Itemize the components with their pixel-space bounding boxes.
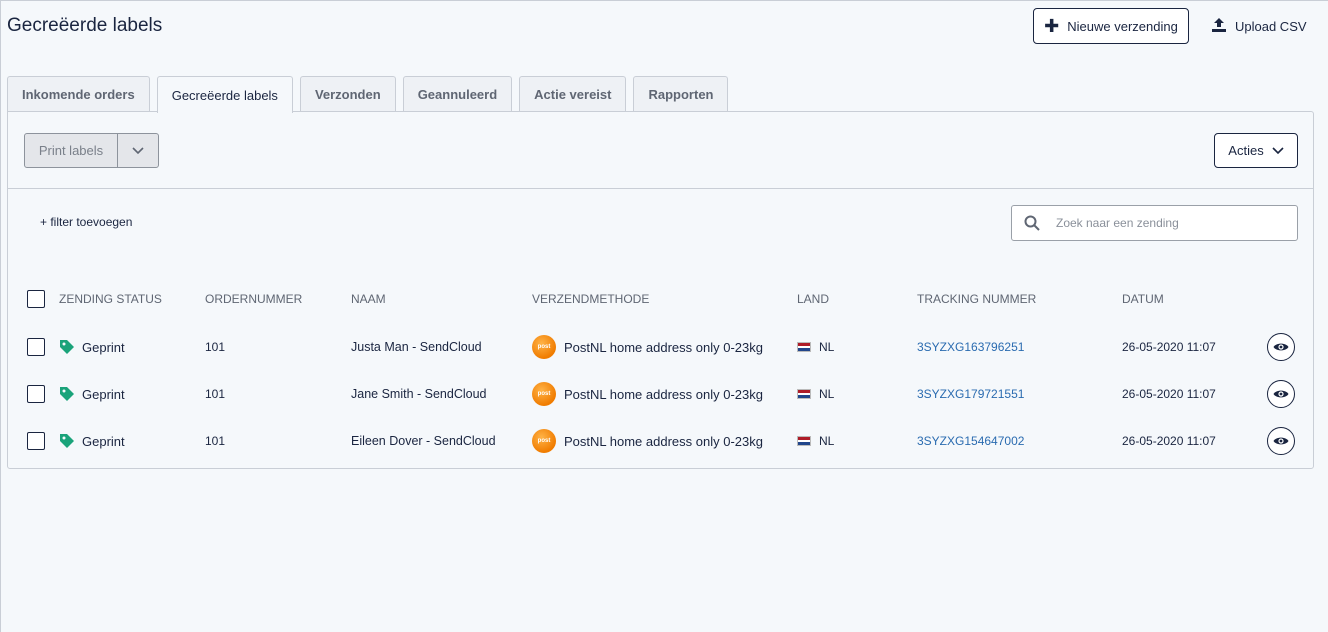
new-shipment-label: Nieuwe verzending	[1067, 18, 1178, 34]
date-cell: 26-05-2020 11:07	[1122, 387, 1216, 401]
status-cell: Geprint	[59, 433, 125, 449]
country-cell: NL	[797, 340, 834, 354]
upload-csv-label: Upload CSV	[1235, 18, 1307, 34]
country-cell: NL	[797, 434, 834, 448]
upload-icon	[1211, 17, 1227, 36]
recipient-name: Eileen Dover - SendCloud	[351, 434, 496, 448]
actions-label: Acties	[1228, 143, 1264, 158]
country-code: NL	[819, 387, 835, 401]
tab-label: Gecreëerde labels	[171, 87, 278, 103]
shipping-method-label: PostNL home address only 0-23kg	[564, 339, 763, 355]
table-row: Geprint 101 Justa Man - SendCloud post P…	[8, 324, 1313, 370]
shipping-method-label: PostNL home address only 0-23kg	[564, 386, 763, 402]
country-cell: NL	[797, 387, 834, 401]
tag-icon	[60, 340, 74, 354]
view-details-button[interactable]	[1267, 380, 1295, 408]
tab-gecreeerde-labels[interactable]: Gecreëerde labels	[156, 76, 293, 113]
postnl-logo-icon: post	[532, 335, 556, 359]
eye-icon	[1273, 437, 1289, 445]
status-label: Geprint	[82, 339, 125, 355]
print-labels-split-button: Print labels	[24, 133, 159, 168]
order-number: 101	[205, 340, 226, 354]
recipient-name: Jane Smith - SendCloud	[351, 387, 487, 401]
shipping-method: post PostNL home address only 0-23kg	[532, 429, 763, 453]
toolbar-divider	[8, 188, 1313, 189]
search-box	[1011, 205, 1298, 241]
tab-actie-vereist[interactable]: Actie vereist	[519, 76, 627, 112]
postnl-logo-icon: post	[532, 382, 556, 406]
tab-inkomende-orders[interactable]: Inkomende orders	[7, 76, 150, 112]
search-icon	[1012, 215, 1052, 231]
plus-icon: ✚	[1044, 16, 1060, 36]
tab-label: Verzonden	[314, 87, 381, 102]
print-labels-button[interactable]: Print labels	[25, 134, 118, 167]
status-label: Geprint	[82, 433, 125, 449]
tab-geannuleerd[interactable]: Geannuleerd	[402, 76, 513, 112]
shipping-method: post PostNL home address only 0-23kg	[532, 382, 763, 406]
new-shipment-button[interactable]: ✚ Nieuwe verzending	[1033, 8, 1189, 44]
row-checkbox[interactable]	[27, 338, 45, 356]
order-number: 101	[205, 434, 226, 448]
print-options-dropdown[interactable]	[118, 134, 158, 167]
column-header-tracking[interactable]: TRACKING NUMMER	[917, 292, 1036, 306]
row-checkbox[interactable]	[27, 385, 45, 403]
eye-icon	[1273, 343, 1289, 351]
search-input[interactable]	[1052, 216, 1297, 230]
view-details-button[interactable]	[1267, 333, 1295, 361]
select-all-checkbox[interactable]	[27, 290, 45, 308]
upload-csv-button[interactable]: Upload CSV	[1211, 14, 1307, 38]
status-cell: Geprint	[59, 386, 125, 402]
shipping-method: post PostNL home address only 0-23kg	[532, 335, 763, 359]
date-cell: 26-05-2020 11:07	[1122, 434, 1216, 448]
order-number: 101	[205, 387, 226, 401]
tab-rapporten[interactable]: Rapporten	[633, 76, 729, 112]
postnl-logo-icon: post	[532, 429, 556, 453]
column-header-name[interactable]: NAAM	[351, 292, 386, 306]
chevron-down-icon	[1272, 146, 1284, 154]
nl-flag-icon	[797, 342, 811, 352]
tag-icon	[60, 387, 74, 401]
tab-bar: Inkomende orders Gecreëerde labels Verzo…	[7, 76, 729, 113]
column-header-order[interactable]: ORDERNUMMER	[205, 292, 302, 306]
tracking-number-link[interactable]: 3SYZXG163796251	[917, 340, 1024, 354]
chevron-down-icon	[132, 146, 144, 154]
tab-label: Rapporten	[648, 87, 714, 102]
nl-flag-icon	[797, 389, 811, 399]
tracking-number-link[interactable]: 3SYZXG179721551	[917, 387, 1024, 401]
column-header-date[interactable]: DATUM	[1122, 292, 1164, 306]
column-header-status[interactable]: ZENDING STATUS	[59, 292, 162, 306]
shipping-method-label: PostNL home address only 0-23kg	[564, 433, 763, 449]
tab-label: Actie vereist	[534, 87, 612, 102]
tracking-number-link[interactable]: 3SYZXG154647002	[917, 434, 1024, 448]
date-cell: 26-05-2020 11:07	[1122, 340, 1216, 354]
page-title: Gecreëerde labels	[7, 15, 163, 36]
tab-label: Geannuleerd	[417, 87, 498, 102]
view-details-button[interactable]	[1267, 427, 1295, 455]
table-row: Geprint 101 Jane Smith - SendCloud post …	[8, 371, 1313, 417]
add-filter-link[interactable]: + filter toevoegen	[40, 215, 132, 229]
row-checkbox[interactable]	[27, 432, 45, 450]
labels-panel: Print labels Acties + filter toevoegen Z…	[7, 111, 1314, 469]
tab-verzonden[interactable]: Verzonden	[299, 76, 396, 112]
country-code: NL	[819, 434, 835, 448]
column-header-method[interactable]: VERZENDMETHODE	[532, 292, 649, 306]
nl-flag-icon	[797, 436, 811, 446]
column-header-country[interactable]: LAND	[797, 292, 829, 306]
country-code: NL	[819, 340, 835, 354]
recipient-name: Justa Man - SendCloud	[351, 340, 482, 354]
tab-label: Inkomende orders	[22, 87, 135, 102]
status-cell: Geprint	[59, 339, 125, 355]
status-label: Geprint	[82, 386, 125, 402]
tag-icon	[60, 434, 74, 448]
table-row: Geprint 101 Eileen Dover - SendCloud pos…	[8, 418, 1313, 464]
actions-dropdown-button[interactable]: Acties	[1214, 133, 1298, 168]
eye-icon	[1273, 390, 1289, 398]
